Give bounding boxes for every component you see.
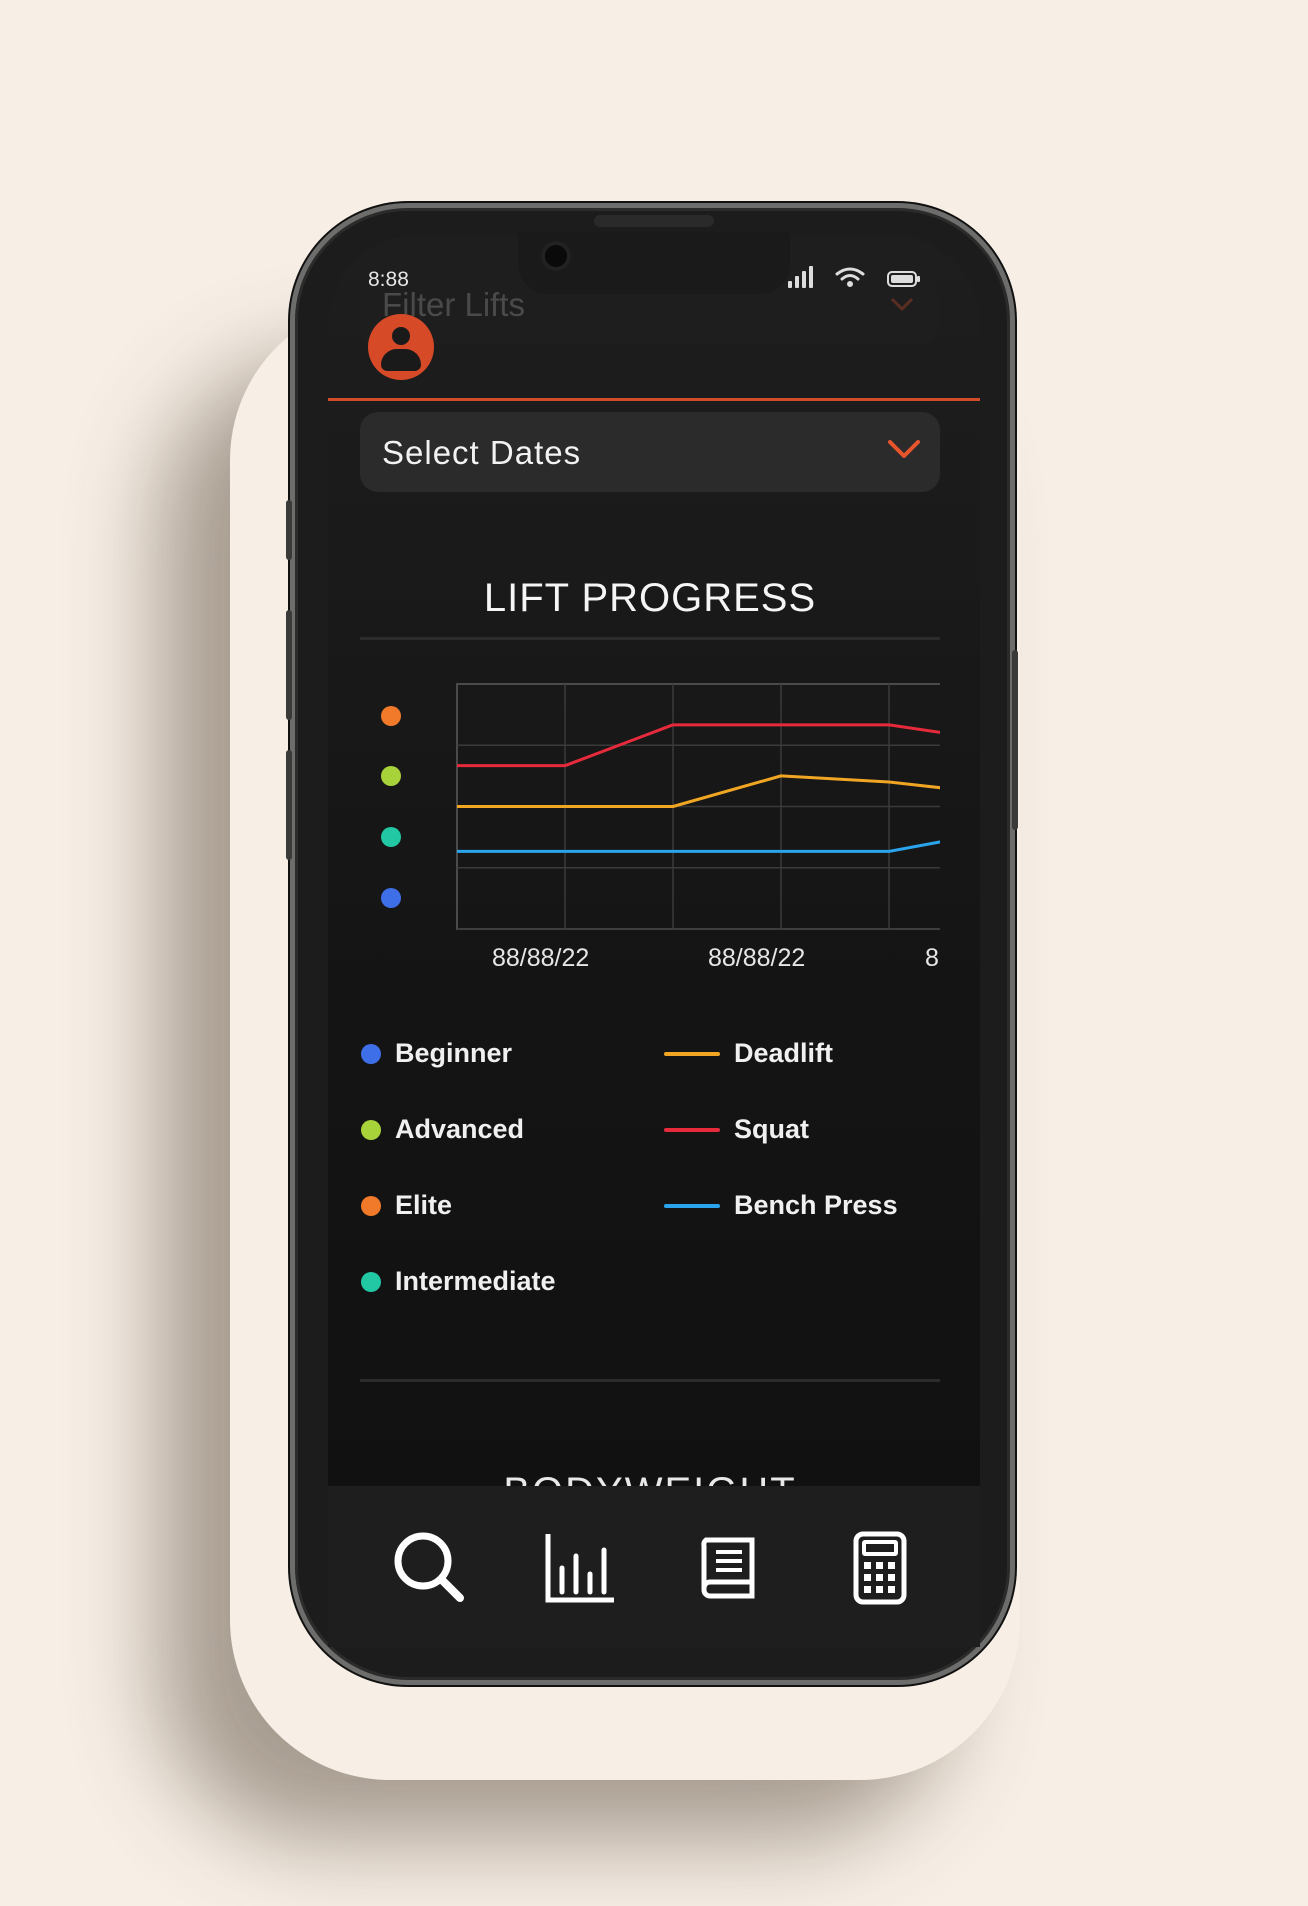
filter-chevron-down-icon <box>890 297 914 312</box>
legend-label: Intermediate <box>395 1266 556 1296</box>
tab-log[interactable] <box>690 1528 770 1608</box>
front-camera <box>541 241 571 271</box>
phone-power-button <box>1012 650 1018 830</box>
select-dates-dropdown[interactable]: Select Dates <box>360 412 940 492</box>
legend-line <box>664 1051 720 1056</box>
level-dot-elite <box>381 706 401 726</box>
phone-speaker <box>594 215 714 227</box>
book-icon <box>701 1537 755 1599</box>
tab-calculator[interactable] <box>840 1528 920 1608</box>
phone-volume-up <box>286 610 292 720</box>
legend-line <box>664 1127 720 1132</box>
legend-item-elite: Elite <box>361 1190 452 1221</box>
level-dot-intermediate <box>381 827 401 847</box>
x-tick-label: 8 <box>925 944 939 972</box>
legend-dot <box>361 1119 381 1140</box>
legend-line <box>664 1203 720 1208</box>
tab-stats[interactable] <box>540 1528 620 1608</box>
tab-search[interactable] <box>390 1528 470 1608</box>
user-icon[interactable] <box>368 314 434 380</box>
x-tick-label: 88/88/22 <box>708 944 806 972</box>
chevron-down-icon <box>888 440 920 458</box>
legend-item-bench-press: Bench Press <box>664 1190 898 1221</box>
status-time: 8:88 <box>368 268 409 291</box>
series-line-deadlift <box>457 774 940 808</box>
legend-label: Bench Press <box>734 1190 898 1220</box>
calculator-icon <box>853 1531 907 1605</box>
legend-item-advanced: Advanced <box>361 1114 524 1145</box>
wifi-icon <box>835 267 865 287</box>
legend-label: Elite <box>395 1190 453 1220</box>
phone-side-button <box>286 500 292 560</box>
legend-item-deadlift: Deadlift <box>664 1038 833 1069</box>
lift-progress-divider <box>360 637 940 640</box>
legend-item-intermediate: Intermediate <box>361 1266 556 1297</box>
legend-dot <box>361 1195 381 1216</box>
legend-label: Squat <box>734 1114 810 1144</box>
section-divider <box>360 1379 940 1382</box>
phone-volume-down <box>286 750 292 860</box>
header-divider <box>328 398 980 401</box>
lift-progress-title: LIFT PROGRESS <box>483 576 817 620</box>
battery-icon <box>887 271 920 287</box>
legend-item-squat: Squat <box>664 1114 809 1145</box>
legend-label: Advanced <box>395 1114 525 1144</box>
legend-dot <box>361 1043 381 1064</box>
series-line-bench-press <box>457 840 940 853</box>
legend-label: Deadlift <box>734 1038 834 1068</box>
search-icon <box>394 1532 464 1602</box>
legend-dot <box>361 1271 381 1292</box>
legend-label: Beginner <box>395 1038 513 1068</box>
status-icons <box>788 266 921 288</box>
lift-progress-chart <box>456 683 940 930</box>
select-dates-label: Select Dates <box>382 434 582 471</box>
level-dot-advanced <box>381 766 401 786</box>
x-tick-label: 88/88/22 <box>492 944 590 972</box>
level-dot-beginner <box>381 888 401 908</box>
bar-chart-icon <box>545 1534 614 1603</box>
signal-icon <box>788 266 813 288</box>
legend-item-beginner: Beginner <box>361 1038 512 1069</box>
